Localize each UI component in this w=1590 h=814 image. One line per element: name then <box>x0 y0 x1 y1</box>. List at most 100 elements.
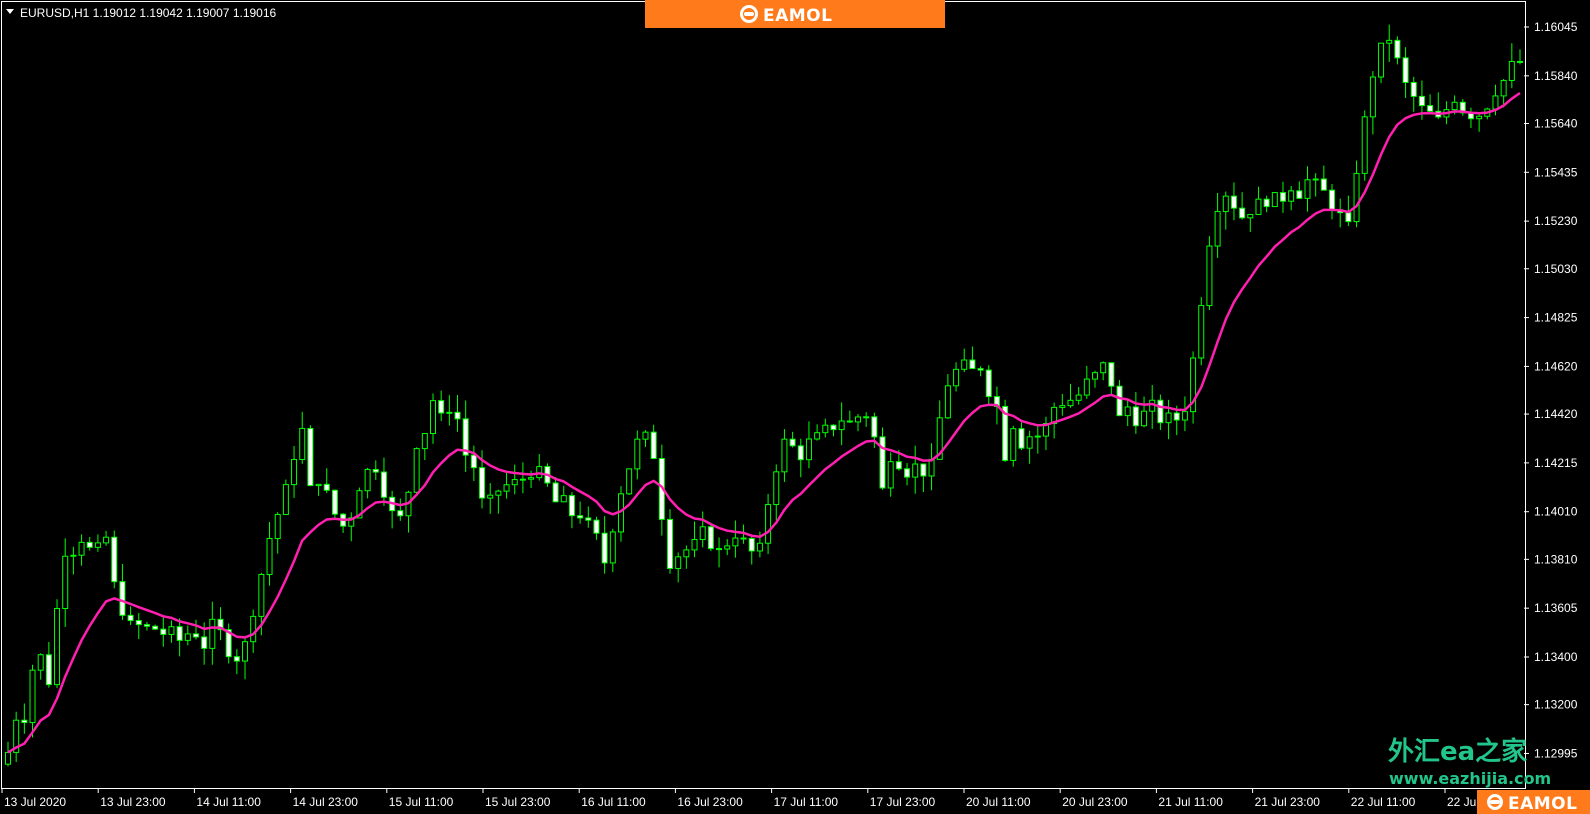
bull-candle <box>724 545 731 550</box>
bull-candle <box>103 536 110 544</box>
bull-candle <box>1214 211 1221 247</box>
symbol-header[interactable]: EURUSD,H1 1.19012 1.19042 1.19007 1.1901… <box>6 6 277 20</box>
y-tick-label: 1.15435 <box>1534 165 1578 179</box>
bull-candle <box>1361 116 1368 174</box>
bull-candle <box>1181 411 1188 421</box>
bear-candle <box>789 438 796 447</box>
bull-candle <box>1304 179 1311 199</box>
bear-candle <box>86 541 93 548</box>
bull-candle <box>953 368 960 387</box>
x-tick-label: 21 Jul 23:00 <box>1255 795 1321 809</box>
bear-candle <box>127 614 134 622</box>
chart-background <box>0 0 1590 814</box>
bull-candle <box>503 484 510 492</box>
bear-candle <box>601 532 608 564</box>
bull-candle <box>282 484 289 516</box>
bear-candle <box>740 537 747 540</box>
bull-candle <box>1288 190 1295 202</box>
bull-candle <box>732 537 739 547</box>
bull-candle <box>1378 42 1385 78</box>
bull-candle <box>887 461 894 489</box>
bull-candle <box>699 526 706 541</box>
bull-candle <box>168 626 175 635</box>
bull-candle <box>1386 39 1393 44</box>
bear-candle <box>1173 412 1180 421</box>
bull-candle <box>184 633 191 641</box>
bear-candle <box>307 427 314 487</box>
bear-candle <box>438 400 445 414</box>
x-tick-label: 15 Jul 23:00 <box>485 795 551 809</box>
bull-candle <box>209 618 216 649</box>
bull-candle <box>495 490 502 496</box>
bull-candle <box>822 424 829 434</box>
bull-candle <box>642 431 649 440</box>
bull-candle <box>1353 172 1360 223</box>
x-tick-label: 14 Jul 23:00 <box>293 795 359 809</box>
bull-candle <box>1198 305 1205 359</box>
bear-candle <box>1239 207 1246 219</box>
bear-candle <box>119 581 126 616</box>
bottom-brand-badge: EAMOL <box>1477 790 1590 814</box>
bull-candle <box>1271 192 1278 208</box>
bull-candle <box>29 669 36 724</box>
x-tick-label: 15 Jul 11:00 <box>389 795 454 809</box>
bear-candle <box>1132 406 1139 427</box>
bull-candle <box>291 458 298 486</box>
x-tick-label: 20 Jul 23:00 <box>1062 795 1128 809</box>
y-tick-label: 1.12995 <box>1534 746 1578 760</box>
bull-candle <box>1476 115 1483 120</box>
x-tick-label: 21 Jul 11:00 <box>1158 795 1223 809</box>
bear-candle <box>1394 39 1401 59</box>
bull-candle <box>242 641 249 662</box>
bear-candle <box>593 519 600 534</box>
bull-candle <box>863 416 870 419</box>
bear-candle <box>470 454 477 469</box>
x-tick-label: 14 Jul 11:00 <box>196 795 261 809</box>
bull-candle <box>756 542 763 552</box>
bear-candle <box>568 495 575 517</box>
bear-candle <box>479 467 486 499</box>
bear-candle <box>111 536 118 583</box>
y-tick-label: 1.13605 <box>1534 601 1578 615</box>
bull-candle <box>854 416 861 423</box>
bull-candle <box>1026 436 1033 449</box>
bull-candle <box>364 468 371 492</box>
bottom-brand-text: EAMOL <box>1508 794 1577 814</box>
bull-candle <box>1247 213 1254 219</box>
watermark: 外汇ea之家 www.eazhijia.com <box>1388 736 1551 788</box>
x-tick-label: 16 Jul 23:00 <box>677 795 743 809</box>
bull-candle <box>814 432 821 440</box>
bear-candle <box>397 510 404 517</box>
bull-candle <box>626 468 633 495</box>
bear-candle <box>380 471 387 498</box>
x-tick-label: 13 Jul 23:00 <box>100 795 166 809</box>
bull-candle <box>528 477 535 480</box>
bear-candle <box>143 624 150 627</box>
bear-candle <box>176 626 183 641</box>
y-tick-label: 1.15640 <box>1534 116 1578 130</box>
y-tick-label: 1.15840 <box>1534 69 1578 83</box>
bear-candle <box>21 719 28 724</box>
price-chart[interactable]: 1.16045 1.15840 1.15640 1.15435 1.15230 1.150… <box>0 0 1590 814</box>
bear-candle <box>323 483 330 491</box>
top-brand-text: EAMOL <box>763 6 832 26</box>
bull-candle <box>765 504 772 544</box>
bull-candle <box>1100 362 1107 374</box>
bull-candle <box>805 438 812 461</box>
bull-candle <box>413 448 420 493</box>
bull-candle <box>54 608 61 686</box>
bull-candle <box>773 471 780 506</box>
bear-candle <box>1116 385 1123 417</box>
bear-candle <box>45 654 52 686</box>
y-tick-label: 1.14215 <box>1534 456 1578 470</box>
bear-candle <box>331 489 338 515</box>
bull-candle <box>560 495 567 503</box>
x-tick-label: 13 Jul 2020 <box>4 795 66 809</box>
bear-candle <box>152 625 159 630</box>
bear-candle <box>160 628 167 635</box>
bull-candle <box>315 483 322 487</box>
bull-candle <box>634 438 641 470</box>
bull-candle <box>1083 378 1090 396</box>
bear-candle <box>879 436 886 489</box>
y-tick-label: 1.14010 <box>1534 505 1578 519</box>
